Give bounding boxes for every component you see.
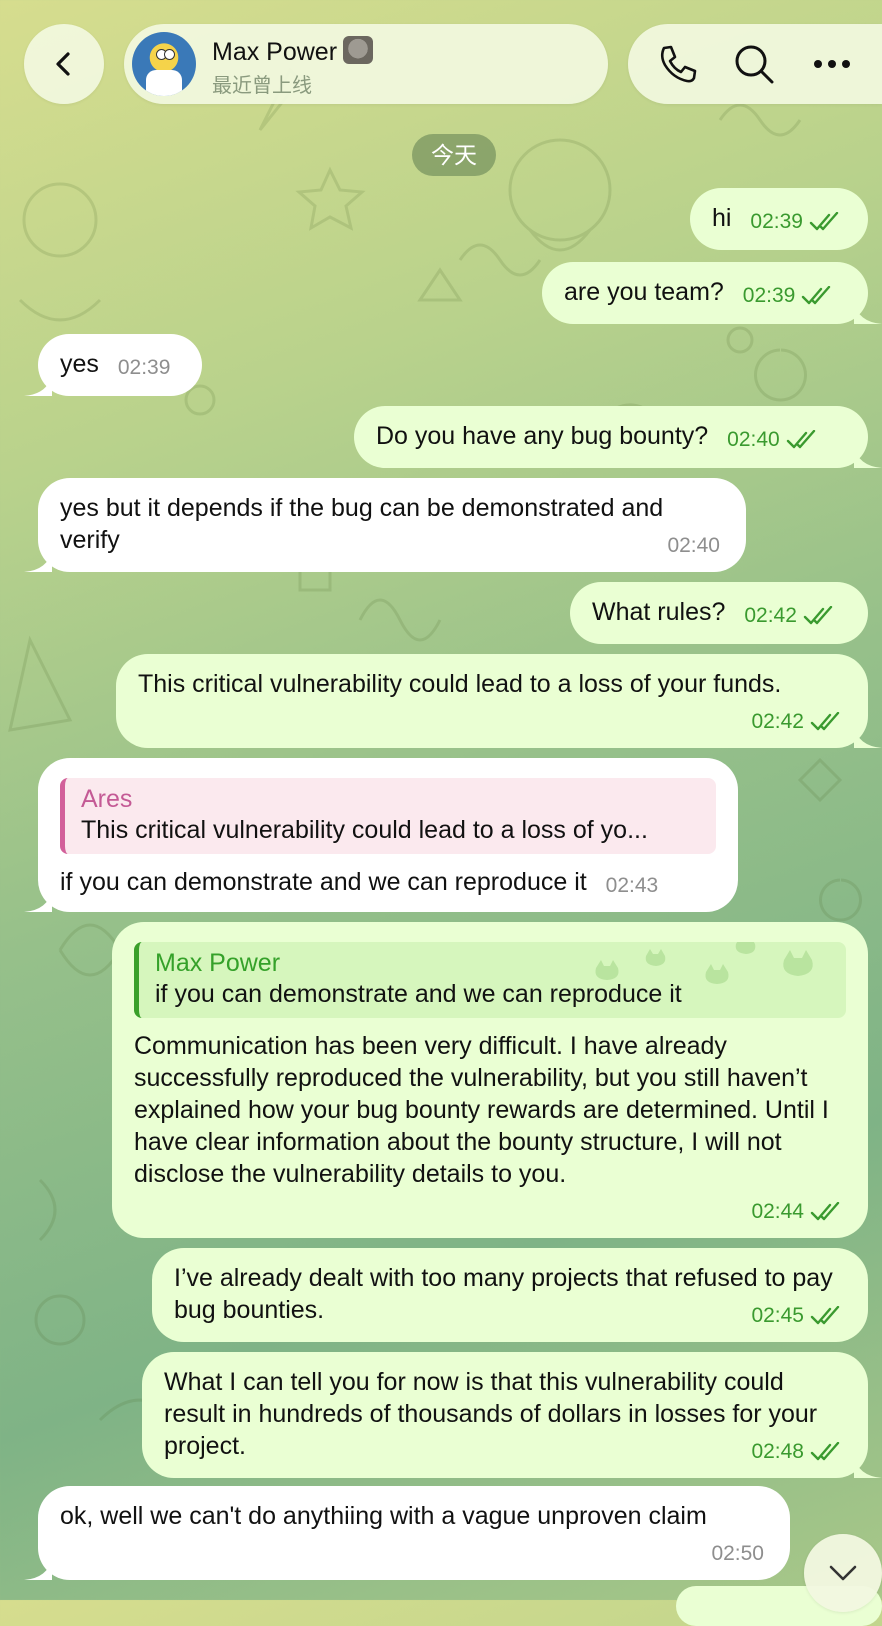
double-check-icon <box>802 286 831 305</box>
message-incoming[interactable]: ok, well we can't do anythiing with a va… <box>24 1486 790 1580</box>
message-text: Do you have any bug bounty? <box>376 422 709 450</box>
phone-icon[interactable] <box>654 42 698 86</box>
message-time: 02:40 <box>727 428 780 451</box>
double-check-icon <box>810 1306 840 1325</box>
message-time: 02:42 <box>744 604 797 627</box>
message-outgoing[interactable]: Do you have any bug bounty? 02:40 <box>354 406 882 468</box>
message-text: yes but it depends if the bug can be dem… <box>60 494 664 554</box>
message-time: 02:39 <box>742 284 796 307</box>
double-check-icon <box>810 1202 840 1221</box>
reply-author: Ares <box>81 785 133 813</box>
message-time: 02:50 <box>711 1542 764 1565</box>
more-horizontal-icon[interactable] <box>810 42 854 86</box>
message-text: What rules? <box>592 598 726 626</box>
message-time: 02:39 <box>117 356 171 379</box>
reply-text: This critical vulnerability could lead t… <box>81 816 648 844</box>
reply-quote[interactable]: Ares This critical vulnerability could l… <box>60 778 716 854</box>
emoji-status-icon <box>343 36 374 64</box>
message-text: ok, well we can't do anythiing with a va… <box>60 1502 707 1530</box>
message-time: 02:42 <box>751 710 804 733</box>
message-text: hi <box>712 204 732 232</box>
contact-status: 最近曾上线 <box>212 75 312 97</box>
message-time: 02:39 <box>750 210 803 233</box>
message-text: if you can demonstrate and we can reprod… <box>60 868 587 896</box>
message-time: 02:45 <box>751 1304 804 1327</box>
message-incoming[interactable]: Ares This critical vulnerability could l… <box>24 758 738 912</box>
contact-name: Max Power <box>212 38 338 66</box>
message-text: I’ve already dealt with too many project… <box>174 1264 833 1324</box>
message-incoming[interactable]: yes but it depends if the bug can be dem… <box>24 478 746 572</box>
message-text: yes <box>60 350 99 378</box>
double-check-icon <box>810 712 840 731</box>
message-outgoing[interactable]: What I can tell you for now is that this… <box>142 1352 882 1478</box>
reply-quote[interactable]: Max Power if you can demonstrate and we … <box>134 942 846 1018</box>
date-separator: 今天 <box>412 134 496 176</box>
message-outgoing[interactable]: What rules? 02:42 <box>570 582 868 644</box>
message-text: What I can tell you for now is that this… <box>164 1368 818 1460</box>
double-check-icon <box>803 606 833 625</box>
message-time: 02:44 <box>751 1200 804 1223</box>
chevron-left-icon <box>56 52 70 76</box>
message-text: are you team? <box>564 278 724 306</box>
double-check-icon <box>786 430 815 449</box>
header-actions <box>628 24 882 104</box>
message-time: 02:40 <box>667 534 720 557</box>
message-outgoing[interactable]: are you team? 02:39 <box>542 262 882 324</box>
message-incoming[interactable]: yes 02:39 <box>24 334 202 396</box>
search-icon[interactable] <box>732 42 776 86</box>
back-button[interactable] <box>24 24 104 104</box>
message-time: 02:43 <box>605 874 659 897</box>
avatar[interactable] <box>132 32 196 96</box>
message-text: Communication has been very difficult. I… <box>134 1032 829 1188</box>
message-outgoing[interactable]: This critical vulnerability could lead t… <box>116 654 882 748</box>
message-text: This critical vulnerability could lead t… <box>138 670 782 698</box>
double-check-icon <box>810 1442 840 1461</box>
chevron-down-icon <box>829 1565 857 1581</box>
cat-pattern-icon <box>595 942 813 984</box>
message-time: 02:48 <box>751 1440 804 1463</box>
message-outgoing[interactable]: Max Power if you can demonstrate and we … <box>112 922 868 1238</box>
scroll-down-button[interactable] <box>804 1534 882 1612</box>
contact-name-row: Max Power <box>212 36 374 67</box>
message-outgoing[interactable]: hi 02:39 <box>690 188 868 250</box>
contact-info[interactable]: Max Power 最近曾上线 <box>124 24 608 104</box>
double-check-icon <box>809 212 839 231</box>
message-outgoing[interactable]: I’ve already dealt with too many project… <box>152 1248 868 1342</box>
